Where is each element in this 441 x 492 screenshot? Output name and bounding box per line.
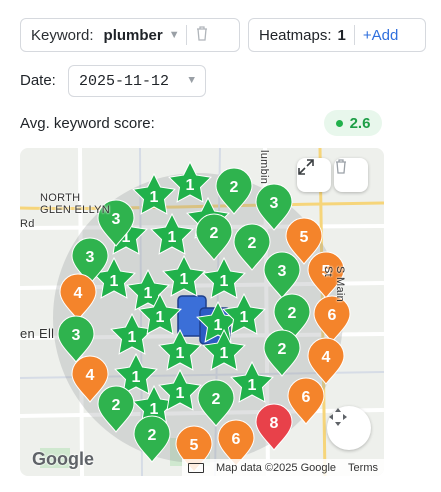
rank-value: 1 — [214, 317, 223, 334]
rank-value: 1 — [186, 177, 195, 194]
rank-value: 1 — [180, 271, 189, 288]
map-attribution: Map data ©2025 Google Terms — [182, 459, 384, 476]
expand-icon — [298, 159, 314, 175]
expand-map-button[interactable] — [297, 158, 331, 192]
rank-value: 4 — [74, 285, 83, 302]
keyword-value: plumber — [103, 26, 163, 44]
heatmap-map[interactable]: 1111111111111111111 23322533542632446222… — [20, 148, 384, 476]
rank-value: 6 — [232, 431, 241, 448]
heatmaps-control: Heatmaps: 1 +Add — [248, 18, 426, 52]
divider — [185, 25, 187, 45]
keyword-select[interactable]: Keyword: plumber ▼ — [20, 18, 240, 52]
rank-value: 1 — [156, 309, 165, 326]
rank-value: 1 — [248, 377, 257, 394]
rank-value: 2 — [148, 427, 157, 444]
date-select[interactable]: 2025-11-12 ▼ — [68, 65, 206, 97]
rank-value: 1 — [240, 309, 249, 326]
rank-value: 1 — [144, 285, 153, 302]
rank-value: 1 — [132, 369, 141, 386]
rank-value: 2 — [112, 397, 121, 414]
divider — [353, 25, 355, 45]
recenter-map-button[interactable] — [327, 406, 371, 450]
rank-value: 2 — [288, 305, 297, 322]
rank-value: 1 — [150, 189, 159, 206]
rank-value: 2 — [210, 225, 219, 242]
avg-score-badge: 2.6 — [324, 110, 382, 136]
trash-icon[interactable] — [195, 25, 209, 45]
rank-value: 2 — [212, 391, 221, 408]
heatmaps-label: Heatmaps: — [259, 26, 332, 44]
map-place-label: en Ell — [20, 326, 55, 341]
date-label: Date: — [20, 72, 56, 89]
rank-value: 8 — [270, 415, 279, 432]
keyboard-shortcuts-icon[interactable] — [188, 462, 205, 473]
move-arrows-icon — [329, 408, 347, 426]
rank-value: 6 — [328, 307, 337, 324]
map-road-label: S Main St — [322, 266, 346, 303]
rank-value: 4 — [86, 367, 95, 384]
rank-value: 2 — [230, 179, 239, 196]
chevron-down-icon: ▼ — [188, 75, 195, 87]
trash-icon — [336, 159, 346, 174]
rank-value: 5 — [190, 437, 199, 454]
map-data-text: Map data ©2025 Google — [216, 461, 337, 474]
map-road-label: Rd — [20, 218, 35, 230]
rank-value: 3 — [112, 211, 121, 228]
date-value: 2025-11-12 — [79, 72, 170, 90]
rank-value: 1 — [220, 345, 229, 362]
rank-value: 1 — [150, 401, 159, 418]
rank-value: 3 — [278, 263, 287, 280]
google-logo: Google — [32, 449, 94, 469]
rank-value: 1 — [176, 385, 185, 402]
heatmaps-count: 1 — [337, 26, 346, 44]
delete-heatmap-button[interactable] — [334, 158, 368, 192]
map-place-label: NORTH GLEN ELLYN — [40, 192, 111, 216]
rank-value: 1 — [128, 329, 137, 346]
avg-score-value: 2.6 — [349, 114, 371, 132]
rank-value: 1 — [110, 273, 119, 290]
rank-value: 2 — [278, 341, 287, 358]
rank-value: 3 — [270, 195, 279, 212]
terms-link[interactable]: Terms — [348, 462, 378, 474]
keyword-label: Keyword: — [31, 26, 94, 44]
status-dot-icon — [335, 119, 343, 127]
rank-value: 4 — [322, 349, 331, 366]
rank-value: 1 — [220, 273, 229, 290]
avg-keyword-score-label: Avg. keyword score: — [20, 115, 155, 132]
rank-value: 2 — [248, 235, 257, 252]
chevron-down-icon: ▼ — [168, 29, 180, 41]
rank-value: 6 — [302, 389, 311, 406]
rank-value: 1 — [168, 229, 177, 246]
rank-value: 1 — [176, 345, 185, 362]
map-road-label: lumbin — [258, 150, 270, 185]
rank-value: 3 — [72, 327, 81, 344]
rank-value: 3 — [86, 249, 95, 266]
add-heatmap-button[interactable]: +Add — [363, 27, 398, 44]
rank-value: 5 — [300, 229, 309, 246]
